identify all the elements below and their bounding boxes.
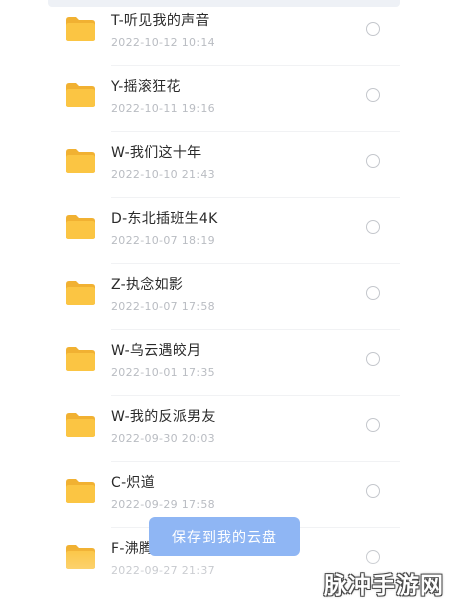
list-item[interactable]: Z-执念如影 2022-10-07 17:58: [48, 264, 400, 330]
file-date: 2022-09-30 20:03: [111, 432, 215, 445]
save-to-cloud-button[interactable]: 保存到我的云盘: [149, 517, 300, 556]
select-radio[interactable]: [366, 286, 380, 300]
select-radio[interactable]: [366, 352, 380, 366]
file-name: W-乌云遇皎月: [111, 343, 202, 359]
select-radio[interactable]: [366, 88, 380, 102]
select-radio[interactable]: [366, 484, 380, 498]
folder-icon: [65, 346, 96, 372]
folder-icon: [65, 16, 96, 42]
file-name: D-东北插班生4K: [111, 211, 218, 227]
folder-icon: [65, 478, 96, 504]
list-item[interactable]: W-乌云遇皎月 2022-10-01 17:35: [48, 330, 400, 396]
file-date: 2022-10-12 10:14: [111, 36, 215, 49]
list-item[interactable]: D-东北插班生4K 2022-10-07 18:19: [48, 198, 400, 264]
select-radio[interactable]: [366, 154, 380, 168]
select-radio[interactable]: [366, 22, 380, 36]
file-name: Y-摇滚狂花: [111, 79, 181, 95]
watermark: 脉冲手游网: [324, 573, 444, 599]
file-date: 2022-10-10 21:43: [111, 168, 215, 181]
file-name: W-我的反派男友: [111, 409, 216, 425]
file-name: W-我们这十年: [111, 145, 202, 161]
list-item[interactable]: T-听见我的声音 2022-10-12 10:14: [48, 0, 400, 66]
folder-icon: [65, 148, 96, 174]
list-item[interactable]: W-我的反派男友 2022-09-30 20:03: [48, 396, 400, 462]
file-picker-screen: T-听见我的声音 2022-10-12 10:14 Y-摇滚狂花 2022-10…: [0, 0, 450, 600]
file-date: 2022-10-11 19:16: [111, 102, 215, 115]
file-name: F-沸腾: [111, 541, 154, 557]
list-item[interactable]: W-我们这十年 2022-10-10 21:43: [48, 132, 400, 198]
file-date: 2022-10-07 18:19: [111, 234, 215, 247]
select-radio[interactable]: [366, 418, 380, 432]
folder-icon: [65, 82, 96, 108]
file-date: 2022-09-29 17:58: [111, 498, 215, 511]
list-item[interactable]: Y-摇滚狂花 2022-10-11 19:16: [48, 66, 400, 132]
select-radio[interactable]: [366, 220, 380, 234]
file-name: Z-执念如影: [111, 277, 184, 293]
file-date: 2022-10-07 17:58: [111, 300, 215, 313]
folder-icon: [65, 214, 96, 240]
select-radio[interactable]: [366, 550, 380, 564]
file-name: T-听见我的声音: [111, 13, 210, 29]
folder-icon: [65, 412, 96, 438]
file-name: C-炽道: [111, 475, 156, 491]
folder-icon: [65, 544, 96, 570]
folder-icon: [65, 280, 96, 306]
file-date: 2022-10-01 17:35: [111, 366, 215, 379]
file-date: 2022-09-27 21:37: [111, 564, 215, 577]
